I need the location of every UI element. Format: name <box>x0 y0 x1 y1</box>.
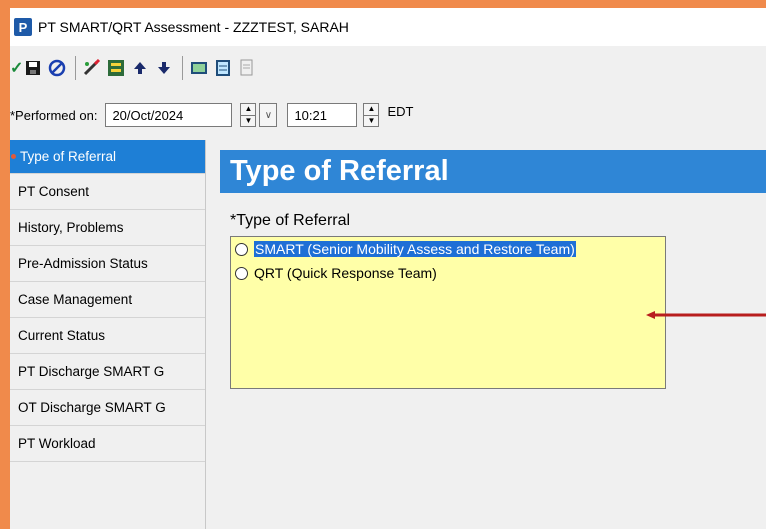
field-label: *Type of Referral <box>230 212 351 229</box>
sidebar-item-label: PT Consent <box>18 184 90 199</box>
title-bar: P PT SMART/QRT Assessment - ZZZTEST, SAR… <box>10 8 766 46</box>
document-icon[interactable] <box>236 57 258 79</box>
checkmark-icon[interactable]: ✓ <box>10 57 23 79</box>
date-spinner[interactable]: ▲ ▼ <box>240 103 257 127</box>
sidebar-item-current-status[interactable]: Current Status <box>10 318 205 354</box>
edit-icon[interactable] <box>81 57 103 79</box>
sidebar: Type of Referral PT Consent History, Pro… <box>10 140 206 529</box>
save-icon[interactable] <box>22 57 44 79</box>
annotation-arrow-icon <box>646 311 766 319</box>
sidebar-item-label: Type of Referral <box>20 149 117 164</box>
sidebar-item-label: OT Discharge SMART G <box>18 400 166 415</box>
sidebar-item-pre-admission-status[interactable]: Pre-Admission Status <box>10 246 205 282</box>
sidebar-item-label: PT Workload <box>18 436 96 451</box>
toolbar: ✓ <box>10 46 766 90</box>
radio-button[interactable] <box>235 266 248 280</box>
required-indicator <box>11 154 16 159</box>
window-title: PT SMART/QRT Assessment - ZZZTEST, SARAH <box>38 19 349 35</box>
sidebar-item-ot-discharge-smart[interactable]: OT Discharge SMART G <box>10 390 205 426</box>
chevron-down-icon: ∨ <box>264 109 273 121</box>
spin-up-icon[interactable]: ▲ <box>364 104 379 116</box>
performed-date-field[interactable]: 20/Oct/2024 <box>105 103 233 127</box>
sidebar-item-label: Current Status <box>18 328 106 343</box>
referral-options-box: SMART (Senior Mobility Assess and Restor… <box>230 236 666 389</box>
sidebar-item-history-problems[interactable]: History, Problems <box>10 210 205 246</box>
main-content: Type of Referral *Type of Referral SMART… <box>206 140 766 529</box>
sidebar-item-label: PT Discharge SMART G <box>18 364 165 379</box>
radio-button[interactable] <box>235 242 248 256</box>
sidebar-item-case-management[interactable]: Case Management <box>10 282 205 318</box>
spin-down-icon[interactable]: ▼ <box>364 116 378 127</box>
sidebar-item-label: Case Management <box>18 292 133 307</box>
sidebar-item-label: Pre-Admission Status <box>18 256 148 271</box>
performed-time-field[interactable]: 10:21 <box>287 103 358 127</box>
down-arrow-icon[interactable] <box>153 57 175 79</box>
date-dropdown-button[interactable]: ∨ <box>259 103 278 127</box>
sidebar-item-pt-consent[interactable]: PT Consent <box>10 174 205 210</box>
toolbar-separator <box>75 56 76 80</box>
screenshot-frame: P PT SMART/QRT Assessment - ZZZTEST, SAR… <box>0 0 766 529</box>
performed-on-label: *Performed on: <box>10 107 98 123</box>
calculator-icon[interactable] <box>188 57 210 79</box>
form-icon[interactable] <box>105 57 127 79</box>
toolbar-separator <box>182 56 183 80</box>
option-label: QRT (Quick Response Team) <box>254 265 437 281</box>
time-spinner[interactable]: ▲ ▼ <box>363 103 380 127</box>
notes-icon[interactable] <box>212 57 234 79</box>
spin-down-icon[interactable]: ▼ <box>241 116 255 127</box>
timezone-label: EDT <box>387 103 414 119</box>
app-window: P PT SMART/QRT Assessment - ZZZTEST, SAR… <box>10 8 766 529</box>
sidebar-item-pt-workload[interactable]: PT Workload <box>10 426 205 462</box>
option-qrt[interactable]: QRT (Quick Response Team) <box>235 265 437 281</box>
sidebar-item-pt-discharge-smart[interactable]: PT Discharge SMART G <box>10 354 205 390</box>
performed-on-row: *Performed on: 20/Oct/2024 ▲ ▼ ∨ 10:21 ▲… <box>10 90 766 140</box>
sidebar-item-type-of-referral[interactable]: Type of Referral <box>10 140 205 174</box>
sidebar-item-label: History, Problems <box>18 220 124 235</box>
spin-up-icon[interactable]: ▲ <box>241 104 256 116</box>
section-banner: Type of Referral <box>220 150 766 193</box>
up-arrow-icon[interactable] <box>129 57 151 79</box>
option-smart[interactable]: SMART (Senior Mobility Assess and Restor… <box>235 241 576 257</box>
cancel-icon[interactable] <box>46 57 68 79</box>
frame-border <box>0 0 10 529</box>
option-label: SMART (Senior Mobility Assess and Restor… <box>254 241 576 257</box>
app-icon: P <box>14 18 32 36</box>
